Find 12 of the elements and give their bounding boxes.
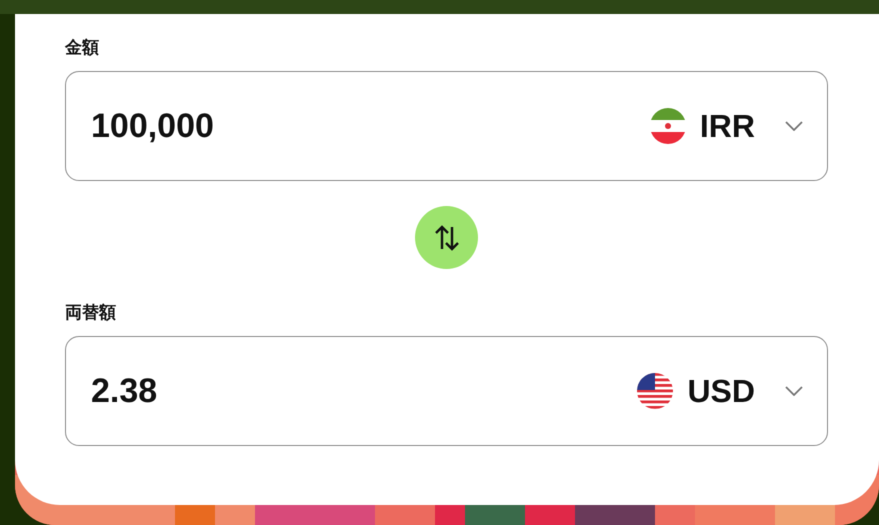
flag-icon: [637, 373, 674, 409]
currency-code[interactable]: IRR: [700, 108, 755, 144]
chevron-down-icon[interactable]: [785, 386, 803, 396]
currency-code[interactable]: USD: [687, 372, 755, 410]
chevron-down-icon[interactable]: [785, 121, 803, 131]
flag-icon: [650, 108, 686, 144]
amount-value: 100,000: [91, 106, 215, 146]
amount-value: 2.38: [91, 372, 158, 410]
field-label: 金額: [65, 37, 100, 59]
amount-field[interactable]: 2.38 USD: [65, 336, 828, 446]
field-label: 両替額: [65, 302, 117, 324]
amount-field[interactable]: 100,000 IRR: [65, 71, 828, 181]
